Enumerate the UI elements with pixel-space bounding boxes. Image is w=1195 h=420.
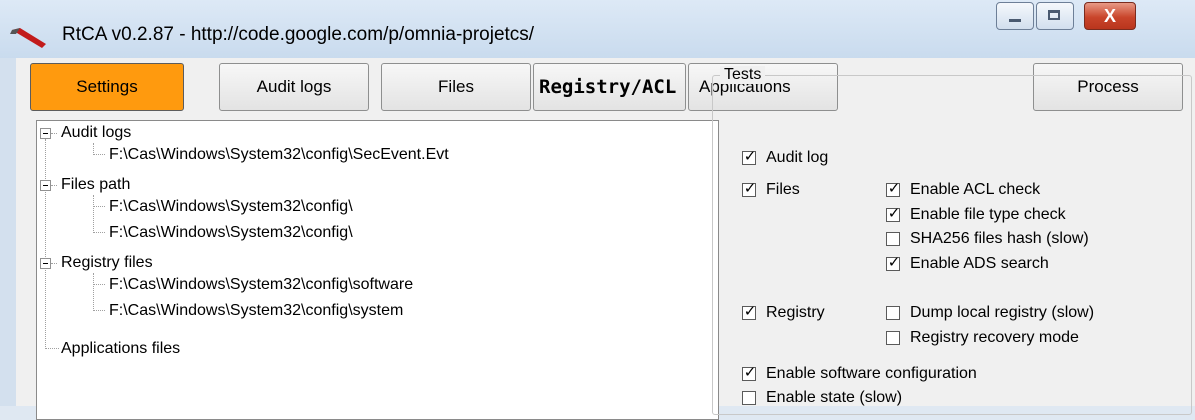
checkbox-box: ✓	[742, 303, 756, 320]
tab-files[interactable]: Files	[381, 63, 531, 111]
checkbox-box: ✓	[742, 148, 756, 165]
enable-ads-search-checkbox[interactable]: ✓ Enable ADS search	[886, 254, 1049, 274]
tree-leaf[interactable]: F:\Cas\Windows\System32\config\software	[109, 274, 413, 296]
checkbox-box: ✓	[742, 364, 756, 381]
checkbox-label: Enable state (slow)	[766, 389, 903, 406]
check-icon: ✓	[743, 148, 757, 165]
enable-software-configuration-checkbox[interactable]: ✓ Enable software configuration	[742, 364, 977, 384]
tests-legend: Tests	[720, 66, 766, 84]
checkbox-label: Enable ADS search	[910, 255, 1049, 272]
enable-acl-check-checkbox[interactable]: ✓ Enable ACL check	[886, 180, 1040, 200]
checkbox-box: ✓	[886, 205, 900, 222]
tree-view[interactable]: Audit logs F:\Cas\Windows\System32\confi…	[36, 120, 719, 420]
tree-node-applications-files[interactable]: Applications files	[61, 338, 180, 360]
tree-line	[51, 263, 57, 264]
tree-line	[93, 284, 105, 285]
window-border	[0, 58, 16, 406]
checkbox-label: SHA256 files hash (slow)	[910, 230, 1089, 247]
enable-state-checkbox[interactable]: Enable state (slow)	[742, 388, 902, 408]
checkbox-label: Registry	[766, 304, 825, 321]
collapse-icon[interactable]	[40, 180, 51, 191]
check-icon: ✓	[887, 180, 901, 197]
checkbox-box	[742, 391, 756, 405]
checkbox-label: Audit log	[766, 149, 829, 166]
pen-icon	[10, 28, 46, 48]
checkbox-label: Enable ACL check	[910, 181, 1041, 198]
dump-local-registry-checkbox[interactable]: Dump local registry (slow)	[886, 303, 1094, 323]
tree-line	[51, 185, 57, 186]
maximize-icon	[1048, 10, 1060, 20]
collapse-icon[interactable]	[40, 128, 51, 139]
checkbox-label: Dump local registry (slow)	[910, 304, 1095, 321]
checkbox-box: ✓	[886, 180, 900, 197]
check-icon: ✓	[887, 205, 901, 222]
maximize-button[interactable]	[1036, 2, 1074, 30]
audit-log-checkbox[interactable]: ✓ Audit log	[742, 148, 828, 168]
tree-node-files-path[interactable]: Files path	[61, 174, 130, 196]
tab-label: Audit logs	[256, 77, 332, 96]
tree-line	[93, 232, 105, 233]
tab-registry-acl[interactable]: Registry/ACL	[533, 63, 686, 111]
tree-line	[45, 139, 46, 349]
tab-label: Registry/ACL	[539, 76, 677, 98]
window-title: RtCA v0.2.87 - http://code.google.com/p/…	[62, 24, 535, 45]
enable-file-type-check-checkbox[interactable]: ✓ Enable file type check	[886, 205, 1066, 225]
checkbox-label: Registry recovery mode	[910, 329, 1079, 346]
tree-line	[45, 348, 59, 349]
check-icon: ✓	[743, 303, 757, 320]
tree-line	[93, 195, 94, 233]
close-button[interactable]: X	[1084, 2, 1136, 30]
tree-line	[93, 154, 105, 155]
tab-label: Settings	[76, 77, 138, 96]
tree-node-audit-logs[interactable]: Audit logs	[61, 122, 131, 144]
checkbox-label: Enable file type check	[910, 206, 1066, 223]
tree-leaf[interactable]: F:\Cas\Windows\System32\config\	[109, 196, 353, 218]
minimize-icon	[1009, 19, 1021, 22]
sha256-files-hash-checkbox[interactable]: SHA256 files hash (slow)	[886, 229, 1089, 249]
tree-node-registry-files[interactable]: Registry files	[61, 252, 153, 274]
check-icon: ✓	[887, 254, 901, 271]
checkbox-box: ✓	[886, 254, 900, 271]
files-checkbox[interactable]: ✓ Files	[742, 180, 800, 200]
checkbox-label: Files	[766, 181, 800, 198]
tree-line	[51, 133, 57, 134]
tree-leaf[interactable]: F:\Cas\Windows\System32\config\	[109, 222, 353, 244]
registry-checkbox[interactable]: ✓ Registry	[742, 303, 825, 323]
check-icon: ✓	[743, 180, 757, 197]
checkbox-box	[886, 306, 900, 320]
collapse-icon[interactable]	[40, 258, 51, 269]
tree-line	[93, 310, 105, 311]
checkbox-box: ✓	[742, 180, 756, 197]
checkbox-box	[886, 232, 900, 246]
tab-label: Files	[438, 77, 474, 96]
tab-audit-logs[interactable]: Audit logs	[219, 63, 369, 111]
checkbox-box	[886, 331, 900, 345]
close-icon: X	[1103, 6, 1116, 26]
minimize-button[interactable]	[996, 2, 1034, 30]
tree-line	[93, 206, 105, 207]
check-icon: ✓	[743, 364, 757, 381]
registry-recovery-mode-checkbox[interactable]: Registry recovery mode	[886, 328, 1079, 348]
tree-line	[93, 273, 94, 311]
checkbox-label: Enable software configuration	[766, 365, 977, 382]
tree-leaf[interactable]: F:\Cas\Windows\System32\config\system	[109, 300, 403, 322]
tree-leaf[interactable]: F:\Cas\Windows\System32\config\SecEvent.…	[109, 144, 449, 166]
title-bar: RtCA v0.2.87 - http://code.google.com/p/…	[0, 0, 1195, 58]
tab-settings[interactable]: Settings	[30, 63, 184, 111]
